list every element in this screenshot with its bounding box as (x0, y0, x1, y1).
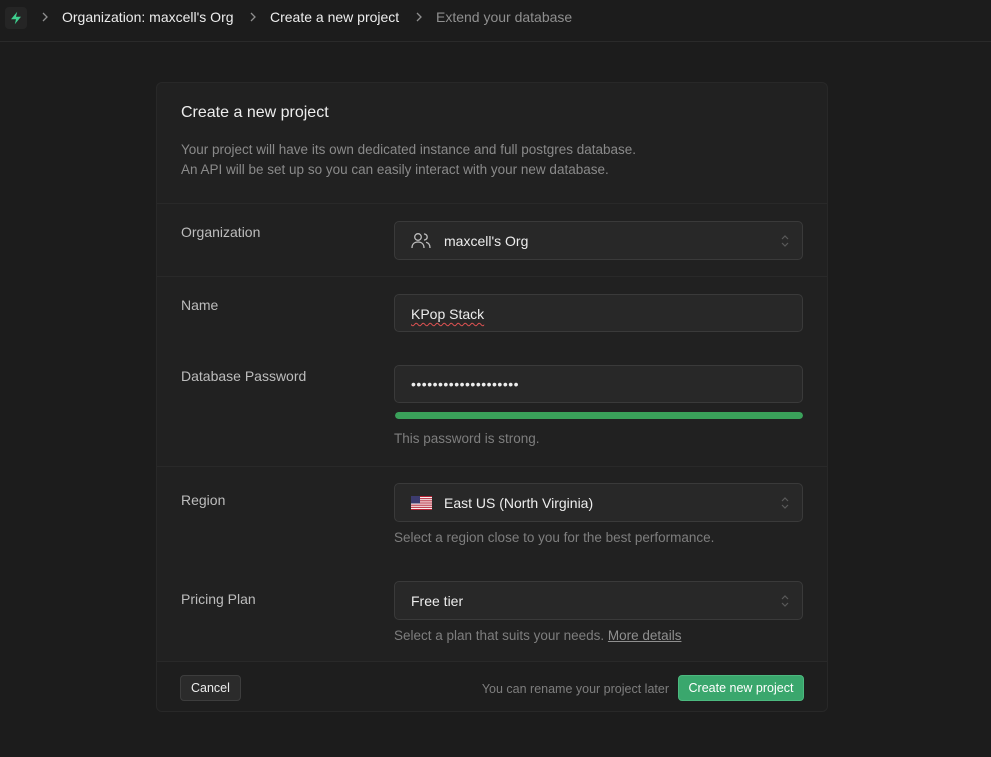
name-label: Name (181, 297, 219, 313)
organization-label: Organization (181, 224, 261, 240)
us-flag-icon (411, 496, 432, 510)
supabase-logo-icon[interactable] (5, 7, 27, 29)
chevron-right-icon (416, 12, 422, 22)
cancel-button[interactable]: Cancel (180, 675, 241, 701)
top-bar: Organization: maxcell's Org Create a new… (0, 0, 991, 42)
card-title: Create a new project (181, 104, 329, 121)
chevron-right-icon (250, 12, 256, 22)
database-password-value: •••••••••••••••••••• (411, 376, 520, 392)
project-name-text: KPop Stack (411, 306, 485, 322)
card-description-line2: An API will be set up so you can easily … (181, 162, 609, 177)
chevron-up-down-icon (781, 235, 789, 247)
pricing-plan-label: Pricing Plan (181, 591, 256, 607)
breadcrumb-extend-database[interactable]: Extend your database (436, 9, 572, 26)
chevron-right-icon (42, 12, 48, 22)
region-value: East US (North Virginia) (444, 495, 594, 511)
pricing-plan-section: Pricing Plan Free tier Select a plan tha… (157, 565, 827, 661)
rename-note: You can rename your project later (481, 682, 669, 696)
database-password-label: Database Password (181, 368, 307, 384)
region-select[interactable]: East US (North Virginia) (394, 483, 803, 522)
card-description-line1: Your project will have its own dedicated… (181, 142, 637, 157)
password-strength-fill (395, 412, 803, 419)
region-label: Region (181, 492, 226, 508)
chevron-up-down-icon (781, 497, 789, 509)
project-name-value: KPop Stack (411, 306, 484, 322)
breadcrumb-create-project[interactable]: Create a new project (270, 9, 399, 26)
region-help-text: Select a region close to you for the bes… (394, 530, 715, 545)
chevron-up-down-icon (781, 595, 789, 607)
pricing-plan-help: Select a plan that suits your needs. Mor… (394, 628, 681, 643)
create-project-card: Create a new project Your project will h… (156, 82, 828, 712)
password-strength-message: This password is strong. (394, 431, 540, 446)
users-icon (411, 233, 431, 249)
more-details-link[interactable]: More details (608, 628, 682, 643)
organization-value: maxcell's Org (444, 233, 529, 249)
pricing-plan-value: Free tier (411, 593, 464, 609)
breadcrumb-organization[interactable]: Organization: maxcell's Org (62, 9, 234, 26)
card-footer: Cancel You can rename your project later… (157, 661, 827, 711)
region-section: Region East US (North Virginia) Select a… (157, 466, 827, 565)
password-strength-bar (395, 412, 803, 419)
project-name-input[interactable]: KPop Stack (394, 294, 803, 332)
organization-section: Organization maxcell's Org (157, 203, 827, 276)
pricing-plan-select[interactable]: Free tier (394, 581, 803, 620)
organization-select[interactable]: maxcell's Org (394, 221, 803, 260)
database-password-input[interactable]: •••••••••••••••••••• (394, 365, 803, 403)
pricing-plan-help-text: Select a plan that suits your needs. (394, 628, 605, 643)
create-new-project-button[interactable]: Create new project (678, 675, 804, 701)
